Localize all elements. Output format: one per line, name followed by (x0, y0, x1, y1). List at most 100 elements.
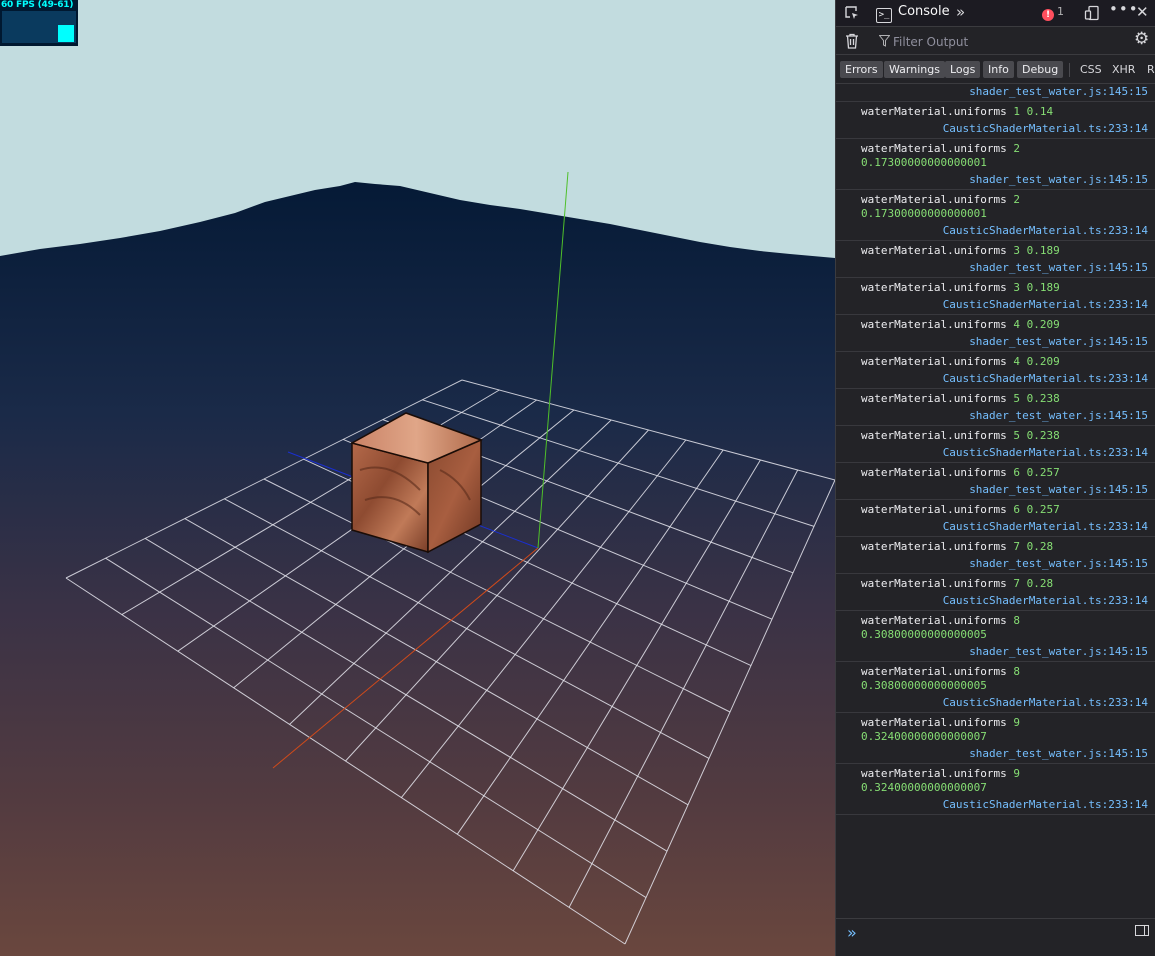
message-label: waterMaterial.uniforms (861, 466, 1007, 479)
message-source-link[interactable]: shader_test_water.js:145:15 (836, 258, 1155, 277)
fps-label: 60 FPS (49-61) (1, 0, 74, 10)
console-message: waterMaterial.uniforms 3 0.189 shader_tes… (836, 241, 1155, 278)
console-message: waterMaterial.uniforms 2 0.1730000000000… (836, 139, 1155, 190)
scene-canvas[interactable] (0, 0, 835, 956)
message-value-index: 1 (1013, 105, 1020, 118)
message-label: waterMaterial.uniforms (861, 105, 1007, 118)
console-message: waterMaterial.uniforms 5 0.238 CausticSha… (836, 426, 1155, 463)
responsive-design-icon[interactable] (1084, 5, 1100, 24)
message-source-link[interactable]: CausticShaderMaterial.ts:233:14 (836, 517, 1155, 536)
message-text: waterMaterial.uniforms 1 0.14 (836, 102, 1155, 119)
console-message: waterMaterial.uniforms 2 0.1730000000000… (836, 190, 1155, 241)
error-count: 1 (1057, 5, 1064, 18)
message-source-link[interactable]: CausticShaderMaterial.ts:233:14 (836, 443, 1155, 462)
filter-errors-button[interactable]: Errors (840, 61, 883, 78)
console-message: waterMaterial.uniforms 6 0.257 shader_tes… (836, 463, 1155, 500)
message-source-link[interactable]: shader_test_water.js:145:15 (836, 554, 1155, 573)
message-source-link[interactable]: shader_test_water.js:145:15 (836, 642, 1155, 661)
element-picker-icon[interactable] (844, 5, 860, 24)
message-source-link[interactable]: CausticShaderMaterial.ts:233:14 (836, 221, 1155, 240)
close-icon[interactable]: ✕ (1136, 5, 1149, 20)
filter-css-button[interactable]: CSS (1080, 61, 1102, 78)
fps-graph-bar (58, 25, 74, 42)
filter-debug-button[interactable]: Debug (1017, 61, 1064, 78)
message-value: 0.17300000000000001 (861, 207, 987, 220)
filter-info-button[interactable]: Info (983, 61, 1014, 78)
message-label: waterMaterial.uniforms (861, 540, 1007, 553)
console-output[interactable]: shader_test_water.js:145:15 waterMateria… (836, 84, 1155, 918)
message-value-index: 9 (1013, 716, 1020, 729)
water-surface (0, 182, 835, 956)
message-label: waterMaterial.uniforms (861, 429, 1007, 442)
console-icon: >_ (876, 8, 892, 23)
message-source-link[interactable]: CausticShaderMaterial.ts:233:14 (836, 591, 1155, 610)
message-text: waterMaterial.uniforms 3 0.189 (836, 278, 1155, 295)
console-message: waterMaterial.uniforms 5 0.238 shader_tes… (836, 389, 1155, 426)
message-value: 0.14 (1026, 105, 1054, 118)
message-source-link[interactable]: CausticShaderMaterial.ts:233:14 (836, 369, 1155, 388)
message-value: 0.189 (1026, 281, 1060, 294)
message-text: waterMaterial.uniforms 9 0.3240000000000… (836, 764, 1155, 795)
tab-console-label: Console (898, 4, 950, 19)
message-value: 0.238 (1026, 392, 1060, 405)
message-label: waterMaterial.uniforms (861, 392, 1007, 405)
message-text: waterMaterial.uniforms 8 0.3080000000000… (836, 611, 1155, 642)
message-value-index: 2 (1013, 142, 1020, 155)
message-text: waterMaterial.uniforms 7 0.28 (836, 537, 1155, 554)
console-message: waterMaterial.uniforms 8 0.3080000000000… (836, 662, 1155, 713)
message-label: waterMaterial.uniforms (861, 665, 1007, 678)
message-source-link[interactable]: CausticShaderMaterial.ts:233:14 (836, 693, 1155, 712)
message-value-index: 9 (1013, 767, 1020, 780)
filter-warnings-button[interactable]: Warnings (884, 61, 945, 78)
filter-separator (1069, 63, 1070, 77)
log-level-filters: Errors Warnings Logs Info Debug CSS XHR … (836, 55, 1155, 84)
trash-icon[interactable] (845, 33, 859, 52)
filter-xhr-button[interactable]: XHR (1112, 61, 1135, 78)
message-source-link[interactable]: shader_test_water.js:145:15 (836, 480, 1155, 499)
more-options-icon[interactable]: ••• (1109, 2, 1139, 17)
console-message: waterMaterial.uniforms 8 0.3080000000000… (836, 611, 1155, 662)
message-source-link[interactable]: CausticShaderMaterial.ts:233:14 (836, 295, 1155, 314)
message-source-link[interactable]: shader_test_water.js:145:15 (836, 84, 1155, 101)
console-input-area[interactable]: » (836, 918, 1155, 956)
fps-stats-panel[interactable]: 60 FPS (49-61) (0, 0, 78, 46)
message-source-link[interactable]: CausticShaderMaterial.ts:233:14 (836, 119, 1155, 138)
console-message: waterMaterial.uniforms 7 0.28 shader_test… (836, 537, 1155, 574)
message-source-link[interactable]: shader_test_water.js:145:15 (836, 332, 1155, 351)
prompt-chevron-icon: » (847, 923, 857, 942)
sidebar-toggle-icon[interactable] (1135, 925, 1149, 936)
message-text: waterMaterial.uniforms 6 0.257 (836, 463, 1155, 480)
message-source-link[interactable]: shader_test_water.js:145:15 (836, 406, 1155, 425)
message-label: waterMaterial.uniforms (861, 503, 1007, 516)
error-icon: ! (1042, 9, 1054, 21)
message-value-index: 5 (1013, 429, 1020, 442)
message-source-link[interactable]: CausticShaderMaterial.ts:233:14 (836, 795, 1155, 814)
devtools-tab-bar: >_ Console » ! 1 ••• ✕ (836, 0, 1155, 27)
message-source-link[interactable]: shader_test_water.js:145:15 (836, 170, 1155, 189)
message-text: waterMaterial.uniforms 8 0.3080000000000… (836, 662, 1155, 693)
message-value-index: 5 (1013, 392, 1020, 405)
message-value: 0.238 (1026, 429, 1060, 442)
message-label: waterMaterial.uniforms (861, 193, 1007, 206)
message-label: waterMaterial.uniforms (861, 244, 1007, 257)
message-text: waterMaterial.uniforms 6 0.257 (836, 500, 1155, 517)
message-value-index: 2 (1013, 193, 1020, 206)
message-value-index: 4 (1013, 318, 1020, 331)
message-label: waterMaterial.uniforms (861, 142, 1007, 155)
error-count-badge[interactable]: ! 1 (1042, 5, 1064, 21)
3d-viewport[interactable]: 60 FPS (49-61) (0, 0, 835, 956)
message-value: 0.257 (1026, 503, 1060, 516)
wooden-cube[interactable] (350, 412, 484, 554)
message-text: waterMaterial.uniforms 4 0.209 (836, 315, 1155, 332)
filter-requests-button[interactable]: R (1147, 61, 1155, 78)
settings-gear-icon[interactable]: ⚙ (1134, 31, 1149, 48)
filter-logs-button[interactable]: Logs (945, 61, 981, 78)
filter-output-input[interactable] (876, 32, 1145, 52)
tab-console[interactable]: >_ Console (876, 4, 950, 23)
console-message: waterMaterial.uniforms 6 0.257 CausticSha… (836, 500, 1155, 537)
message-source-link[interactable]: shader_test_water.js:145:15 (836, 744, 1155, 763)
console-message: waterMaterial.uniforms 7 0.28 CausticShad… (836, 574, 1155, 611)
message-value: 0.17300000000000001 (861, 156, 987, 169)
more-tabs-chevron-icon[interactable]: » (956, 5, 965, 20)
message-label: waterMaterial.uniforms (861, 577, 1007, 590)
